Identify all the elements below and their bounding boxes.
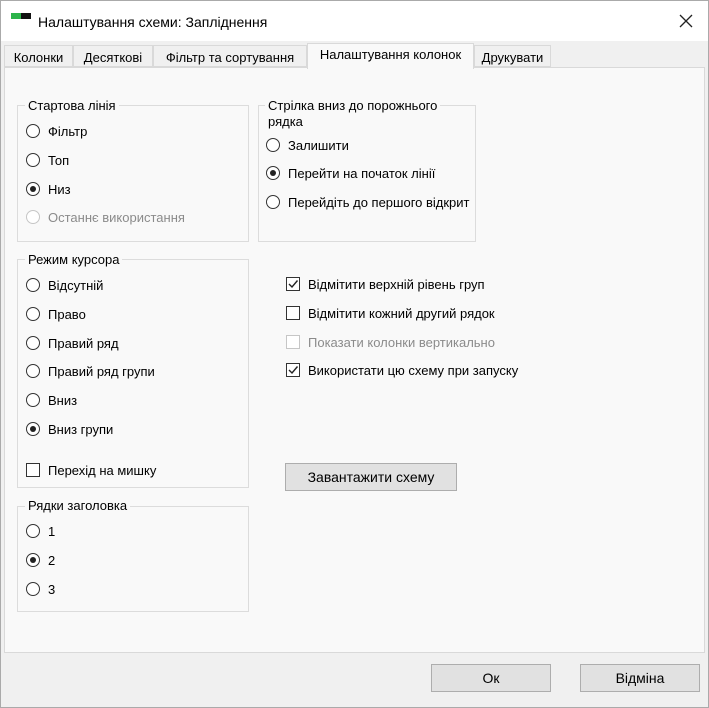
ok-button[interactable]: Ок — [431, 664, 551, 692]
mark-top-level-groups-label: Відмітити верхній рівень груп — [308, 277, 485, 292]
mark-every-second-row-label: Відмітити кожний другий рядок — [308, 306, 495, 321]
show-columns-vertically-label: Показати колонки вертикально — [308, 335, 495, 350]
header-rows-3-label: 3 — [48, 582, 56, 597]
cursor-mode-none-label: Відсутній — [48, 278, 104, 293]
radio-icon — [26, 307, 40, 321]
cursor-mode-right-group-row-label: Правий ряд групи — [48, 364, 155, 379]
arrow-down-line-start-label: Перейти на початок лінії — [288, 166, 436, 181]
mouse-jump-label: Перехід на мишку — [48, 463, 157, 478]
radio-icon — [26, 422, 40, 436]
cancel-button[interactable]: Відміна — [580, 664, 700, 692]
radio-icon — [26, 153, 40, 167]
radio-icon — [26, 210, 40, 224]
arrow-down-keep-label: Залишити — [288, 138, 349, 153]
radio-icon — [26, 182, 40, 196]
start-line-bottom-label: Низ — [48, 182, 71, 197]
start-line-filter-label: Фільтр — [48, 124, 88, 139]
cursor-mode-right-label: Право — [48, 307, 86, 322]
radio-icon — [26, 393, 40, 407]
radio-icon — [26, 124, 40, 138]
radio-icon — [26, 336, 40, 350]
tab-print[interactable]: Друкувати — [474, 45, 551, 67]
checkbox-icon — [286, 363, 300, 377]
arrow-down-title-line1: Стрілка вниз до порожнього — [265, 98, 441, 113]
header-rows-2-label: 2 — [48, 553, 56, 568]
load-scheme-button[interactable]: Завантажити схему — [285, 463, 457, 491]
app-icon — [11, 13, 33, 23]
radio-icon — [26, 582, 40, 596]
header-rows-1-label: 1 — [48, 524, 56, 539]
tab-filter-sort[interactable]: Фільтр та сортування — [153, 45, 307, 67]
dialog-window: Налаштування схеми: Запліднення Колонки … — [0, 0, 709, 708]
radio-icon — [266, 138, 280, 152]
tab-columns[interactable]: Колонки — [4, 45, 73, 67]
radio-icon — [266, 166, 280, 180]
cursor-mode-down-group-label: Вниз групи — [48, 422, 114, 437]
checkmark-icon — [288, 366, 299, 375]
start-line-top-label: Топ — [48, 153, 70, 168]
arrow-down-title-line2: рядка — [265, 114, 306, 129]
radio-icon — [26, 364, 40, 378]
radio-icon — [26, 553, 40, 567]
radio-icon — [26, 278, 40, 292]
tab-column-settings[interactable]: Налаштування колонок — [307, 43, 474, 69]
close-icon[interactable] — [676, 11, 696, 31]
title-bar: Налаштування схеми: Запліднення — [1, 1, 708, 41]
checkmark-icon — [288, 280, 299, 289]
tab-decimals[interactable]: Десяткові — [73, 45, 153, 67]
header-rows-title: Рядки заголовка — [25, 498, 131, 513]
radio-icon — [266, 195, 280, 209]
cursor-mode-title: Режим курсора — [25, 252, 123, 267]
window-title: Налаштування схеми: Запліднення — [38, 14, 268, 30]
start-line-title: Стартова лінія — [25, 98, 119, 113]
radio-icon — [26, 524, 40, 538]
arrow-down-first-open-label: Перейдіть до першого відкрит — [288, 195, 470, 210]
checkbox-icon — [286, 335, 300, 349]
checkbox-icon — [286, 306, 300, 320]
start-line-last-used-label: Останнє використання — [48, 210, 185, 225]
checkbox-icon — [286, 277, 300, 291]
cursor-mode-down-label: Вниз — [48, 393, 78, 408]
checkbox-icon — [26, 463, 40, 477]
cursor-mode-right-row-label: Правий ряд — [48, 336, 119, 351]
use-scheme-at-startup-label: Використати цю схему при запуску — [308, 363, 519, 378]
